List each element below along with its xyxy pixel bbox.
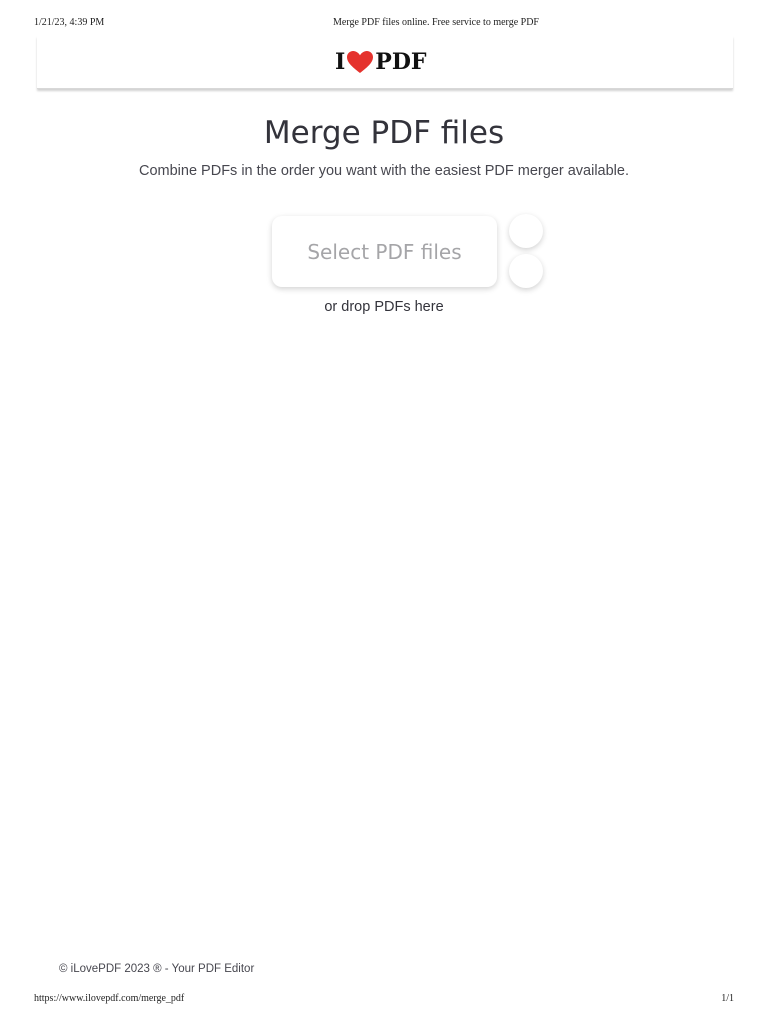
print-header: 1/21/23, 4:39 PM Merge PDF files online.… — [34, 17, 734, 31]
page: 1/21/23, 4:39 PM Merge PDF files online.… — [0, 0, 768, 1024]
ilovepdf-logo[interactable]: I PDF — [335, 49, 427, 75]
footer-copyright: © iLovePDF 2023 ® - Your PDF Editor — [59, 963, 255, 975]
print-url: https://www.ilovepdf.com/merge_pdf — [34, 993, 185, 1004]
drop-hint: or drop PDFs here — [324, 299, 444, 315]
heart-icon — [347, 51, 374, 73]
page-subtitle: Combine PDFs in the order you want with … — [139, 163, 629, 179]
logo-prefix: I — [335, 49, 346, 75]
print-footer: https://www.ilovepdf.com/merge_pdf 1/1 — [34, 993, 734, 1007]
print-date: 1/21/23, 4:39 PM — [34, 17, 105, 28]
print-page-number: 1/1 — [721, 993, 734, 1004]
print-title: Merge PDF files online. Free service to … — [333, 17, 539, 28]
select-pdf-files-button[interactable]: Select PDF files — [272, 216, 497, 287]
logo-suffix: PDF — [375, 49, 427, 75]
upload-from-storage-button[interactable] — [509, 254, 543, 288]
upload-from-cloud-button[interactable] — [509, 214, 543, 248]
site-header: I PDF — [37, 36, 733, 89]
page-title: Merge PDF files — [263, 115, 505, 151]
